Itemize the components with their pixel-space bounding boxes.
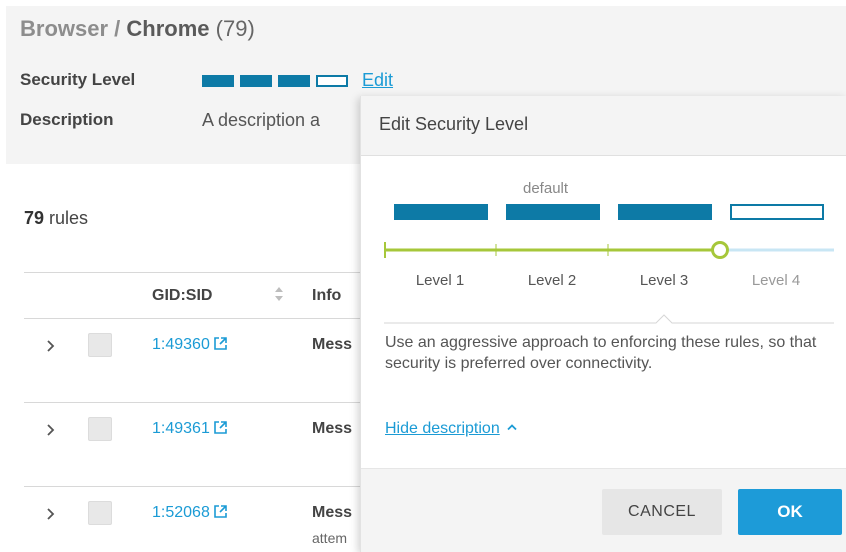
hide-description-text: Hide description: [385, 420, 500, 437]
description-label: Description: [20, 110, 114, 129]
chevron-up-icon: [507, 424, 517, 431]
rules-count: 79 rules: [24, 208, 88, 229]
external-link-icon: [214, 421, 227, 434]
breadcrumb-chrome: Chrome: [126, 16, 210, 41]
external-link-icon: [214, 505, 227, 518]
sort-icon[interactable]: [272, 283, 286, 305]
rule-message: Mess: [312, 504, 353, 521]
row-checkbox[interactable]: [88, 417, 112, 441]
rule-gid-text: 1:49361: [152, 420, 210, 437]
table-row: 1:49361 Mess: [24, 403, 364, 487]
security-level-block-4: [316, 75, 348, 87]
breadcrumb: Browser / Chrome (79): [20, 16, 255, 42]
column-header-gid-sid[interactable]: GID:SID: [152, 287, 212, 305]
security-level-indicator: [202, 75, 348, 87]
table-row: 1:52068 Mess attem: [24, 487, 364, 552]
popover-footer: CANCEL OK: [361, 468, 846, 552]
level-block-1[interactable]: [394, 204, 488, 220]
chevron-right-icon[interactable]: [46, 423, 56, 437]
rule-message: Mess: [312, 420, 353, 437]
rules-count-suffix: rules: [44, 208, 89, 228]
table-header: GID:SID Info: [24, 273, 364, 319]
rules-table: GID:SID Info 1:49360 Mess 1:49361 Mess 1…: [24, 272, 364, 552]
chevron-right-icon[interactable]: [46, 507, 56, 521]
rule-gid-link[interactable]: 1:49360: [152, 336, 228, 354]
selected-level-pointer: [384, 314, 834, 324]
level-block-3[interactable]: [618, 204, 712, 220]
rules-count-number: 79: [24, 208, 45, 228]
row-checkbox[interactable]: [88, 501, 112, 525]
chevron-right-icon[interactable]: [46, 339, 56, 353]
default-level-label: default: [523, 180, 569, 197]
rule-gid-link[interactable]: 1:49361: [152, 420, 228, 438]
rule-message-sub: attem: [312, 530, 348, 546]
security-level-block-2: [240, 75, 272, 87]
edit-security-level-link[interactable]: Edit: [362, 70, 393, 91]
ok-button[interactable]: OK: [738, 489, 842, 535]
security-level-label: Security Level: [20, 70, 136, 89]
external-link-icon: [214, 337, 227, 350]
table-row: 1:49360 Mess: [24, 319, 364, 403]
breadcrumb-browser[interactable]: Browser: [20, 16, 108, 41]
level-block-2[interactable]: [506, 204, 600, 220]
level-label-3[interactable]: Level 3: [614, 272, 714, 289]
popover-title: Edit Security Level: [361, 96, 846, 156]
level-label-2[interactable]: Level 2: [502, 272, 602, 289]
level-block-4[interactable]: [730, 204, 824, 220]
level-label-4[interactable]: Level 4: [726, 272, 826, 289]
description-text: A description a: [202, 110, 321, 130]
breadcrumb-separator: /: [108, 16, 127, 41]
column-header-info[interactable]: Info: [312, 287, 341, 305]
hide-description-link[interactable]: Hide description: [385, 420, 518, 438]
security-level-block-1: [202, 75, 234, 87]
cancel-button[interactable]: CANCEL: [602, 489, 722, 535]
rule-gid-text: 1:52068: [152, 504, 210, 521]
rule-gid-link[interactable]: 1:52068: [152, 504, 228, 522]
security-level-slider[interactable]: [384, 240, 834, 260]
rule-message: Mess: [312, 336, 353, 353]
level-description: Use an aggressive approach to enforcing …: [385, 334, 817, 372]
security-level-block-3: [278, 75, 310, 87]
row-checkbox[interactable]: [88, 333, 112, 357]
slider-handle[interactable]: [711, 241, 729, 259]
edit-security-level-popover: Edit Security Level default Level 1 Leve…: [360, 96, 846, 552]
breadcrumb-count: (79): [215, 16, 255, 41]
rule-gid-text: 1:49360: [152, 336, 210, 353]
level-label-1[interactable]: Level 1: [390, 272, 490, 289]
